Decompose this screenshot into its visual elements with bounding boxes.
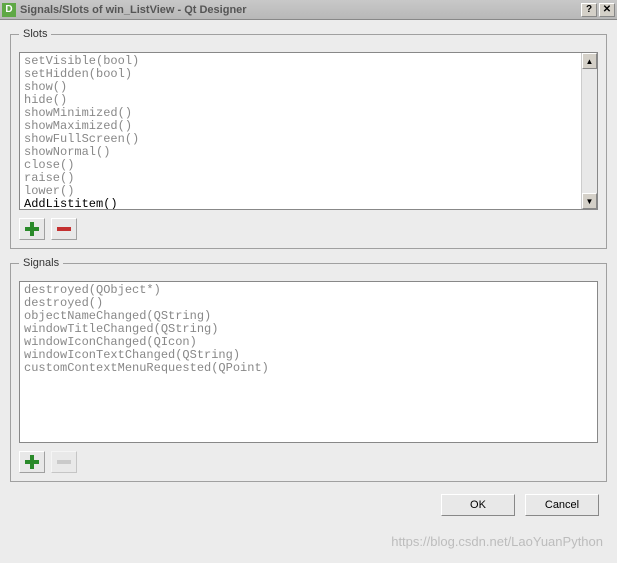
dialog-body: Slots setVisible(bool)setHidden(bool)sho…: [0, 20, 617, 526]
slots-listbox[interactable]: setVisible(bool)setHidden(bool)show()hid…: [19, 52, 598, 210]
add-signal-button[interactable]: [19, 451, 45, 473]
minus-icon: [57, 460, 71, 464]
list-item[interactable]: raise(): [20, 172, 581, 185]
window-title: Signals/Slots of win_ListView - Qt Desig…: [20, 4, 581, 16]
minus-icon: [57, 227, 71, 231]
slots-group: Slots setVisible(bool)setHidden(bool)sho…: [10, 28, 607, 249]
add-slot-button[interactable]: [19, 218, 45, 240]
plus-icon: [25, 455, 39, 469]
app-icon: D: [2, 3, 16, 17]
slots-scrollbar[interactable]: ▲ ▼: [581, 53, 597, 209]
list-item[interactable]: showNormal(): [20, 146, 581, 159]
list-item[interactable]: close(): [20, 159, 581, 172]
signals-legend: Signals: [19, 257, 63, 269]
ok-button[interactable]: OK: [441, 494, 515, 516]
list-item[interactable]: AddListitem(): [20, 198, 581, 209]
slots-legend: Slots: [19, 28, 51, 40]
cancel-button[interactable]: Cancel: [525, 494, 599, 516]
watermark: https://blog.csdn.net/LaoYuanPython: [391, 534, 603, 549]
titlebar: D Signals/Slots of win_ListView - Qt Des…: [0, 0, 617, 20]
list-item[interactable]: destroyed(QObject*): [20, 284, 597, 297]
scroll-down-icon[interactable]: ▼: [582, 193, 597, 209]
plus-icon: [25, 222, 39, 236]
scroll-up-icon[interactable]: ▲: [582, 53, 597, 69]
signals-listbox[interactable]: destroyed(QObject*)destroyed()objectName…: [19, 281, 598, 443]
list-item[interactable]: show(): [20, 81, 581, 94]
close-window-button[interactable]: ✕: [599, 3, 615, 17]
remove-signal-button: [51, 451, 77, 473]
scroll-track[interactable]: [582, 69, 597, 193]
signals-group: Signals destroyed(QObject*)destroyed()ob…: [10, 257, 607, 482]
list-item[interactable]: setHidden(bool): [20, 68, 581, 81]
help-button[interactable]: ?: [581, 3, 597, 17]
list-item[interactable]: customContextMenuRequested(QPoint): [20, 362, 597, 375]
remove-slot-button[interactable]: [51, 218, 77, 240]
